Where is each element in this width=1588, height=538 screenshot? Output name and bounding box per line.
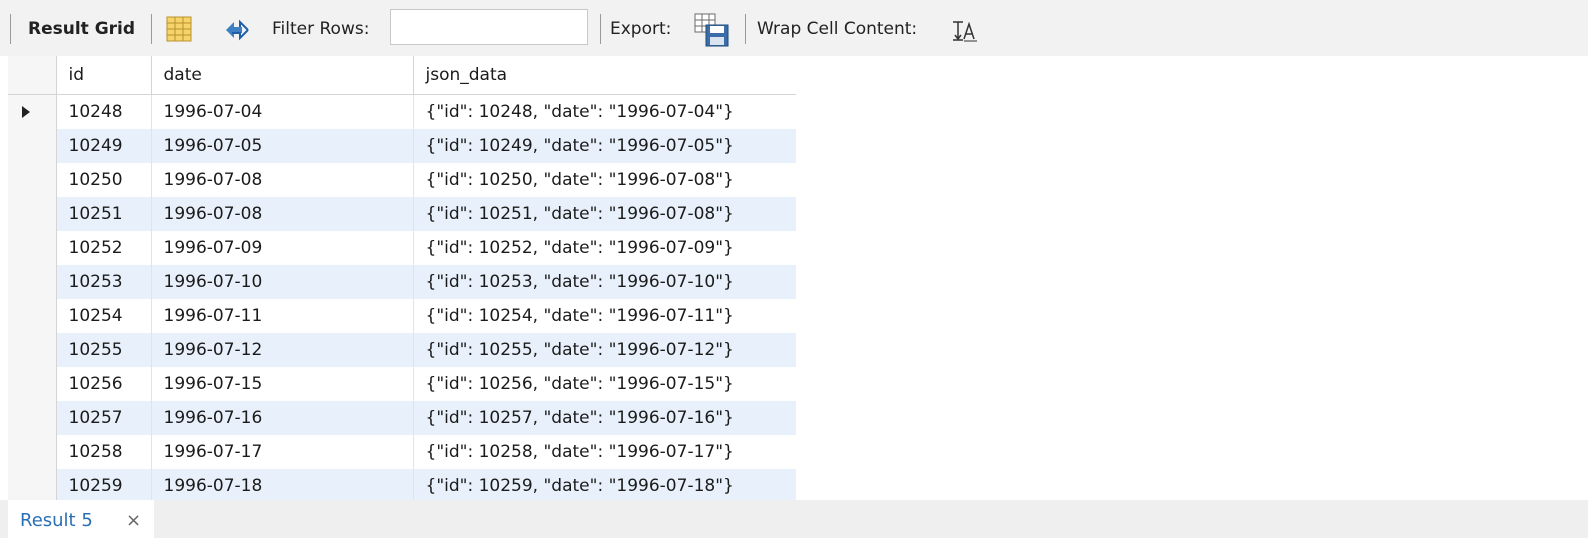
cell-date[interactable]: 1996-07-17 — [151, 435, 414, 469]
cell-id[interactable]: 10249 — [56, 129, 152, 163]
result-table: id date json_data 10248 1996-07-04 {"id": … — [8, 56, 796, 500]
table-row[interactable]: 10259 1996-07-18 {"id": 10259, "date": "19… — [8, 469, 796, 500]
cell-date[interactable]: 1996-07-18 — [151, 469, 414, 500]
close-icon[interactable]: × — [126, 510, 141, 531]
cell-json-data[interactable]: {"id": 10254, "date": "1996-07-11"} — [413, 299, 796, 333]
toolbar-separator — [10, 14, 11, 44]
table-row[interactable]: 10256 1996-07-15 {"id": 10256, "date": "19… — [8, 367, 796, 401]
tab-result-label: Result 5 — [20, 510, 93, 531]
row-header[interactable] — [8, 367, 57, 401]
row-header[interactable] — [8, 469, 57, 500]
cell-id[interactable]: 10252 — [56, 231, 152, 265]
result-toolbar: Result Grid Filter Rows: Export: Wrap Ce… — [0, 0, 1588, 56]
cell-id[interactable]: 10257 — [56, 401, 152, 435]
cell-json-data[interactable]: {"id": 10249, "date": "1996-07-05"} — [413, 129, 796, 163]
wrap-cell-content-label: Wrap Cell Content: — [757, 19, 918, 39]
column-header-date[interactable]: date — [151, 56, 414, 95]
cell-json-data[interactable]: {"id": 10255, "date": "1996-07-12"} — [413, 333, 796, 367]
cell-json-data[interactable]: {"id": 10259, "date": "1996-07-18"} — [413, 469, 796, 500]
cell-id[interactable]: 10255 — [56, 333, 152, 367]
row-header-corner — [8, 56, 57, 95]
table-row[interactable]: 10255 1996-07-12 {"id": 10255, "date": "19… — [8, 333, 796, 367]
table-row[interactable]: 10249 1996-07-05 {"id": 10249, "date": "19… — [8, 129, 796, 163]
cell-id[interactable]: 10259 — [56, 469, 152, 500]
cell-id[interactable]: 10256 — [56, 367, 152, 401]
row-header[interactable] — [8, 94, 57, 129]
table-row[interactable]: 10250 1996-07-08 {"id": 10250, "date": "19… — [8, 163, 796, 197]
row-header[interactable] — [8, 129, 57, 163]
wrap-cell-icon[interactable] — [952, 20, 978, 46]
cell-id[interactable]: 10251 — [56, 197, 152, 231]
row-header[interactable] — [8, 299, 57, 333]
result-grid-button[interactable]: Result Grid — [28, 19, 135, 39]
export-label: Export: — [610, 19, 672, 39]
toolbar-separator — [600, 14, 601, 44]
table-row[interactable]: 10252 1996-07-09 {"id": 10252, "date": "19… — [8, 231, 796, 265]
tab-result-5[interactable]: Result 5 × — [8, 500, 154, 538]
row-header[interactable] — [8, 197, 57, 231]
row-header[interactable] — [8, 435, 57, 469]
current-row-arrow-icon — [22, 106, 30, 118]
cell-json-data[interactable]: {"id": 10256, "date": "1996-07-15"} — [413, 367, 796, 401]
cell-date[interactable]: 1996-07-08 — [151, 197, 414, 231]
filter-rows-input[interactable] — [390, 9, 588, 45]
toolbar-separator — [745, 14, 746, 44]
cell-id[interactable]: 10250 — [56, 163, 152, 197]
result-grid[interactable]: id date json_data 10248 1996-07-04 {"id": … — [8, 56, 796, 500]
cell-date[interactable]: 1996-07-04 — [151, 94, 414, 129]
column-header-json-data[interactable]: json_data — [413, 56, 796, 95]
table-row[interactable]: 10251 1996-07-08 {"id": 10251, "date": "19… — [8, 197, 796, 231]
cell-json-data[interactable]: {"id": 10252, "date": "1996-07-09"} — [413, 231, 796, 265]
row-header[interactable] — [8, 333, 57, 367]
cell-json-data[interactable]: {"id": 10250, "date": "1996-07-08"} — [413, 163, 796, 197]
filter-rows-label: Filter Rows: — [272, 19, 370, 39]
cell-date[interactable]: 1996-07-15 — [151, 367, 414, 401]
row-header[interactable] — [8, 401, 57, 435]
cell-id[interactable]: 10253 — [56, 265, 152, 299]
refresh-icon[interactable] — [222, 18, 252, 46]
header-row: id date json_data — [8, 56, 796, 95]
cell-date[interactable]: 1996-07-05 — [151, 129, 414, 163]
cell-date[interactable]: 1996-07-10 — [151, 265, 414, 299]
table-row[interactable]: 10258 1996-07-17 {"id": 10258, "date": "19… — [8, 435, 796, 469]
cell-json-data[interactable]: {"id": 10257, "date": "1996-07-16"} — [413, 401, 796, 435]
table-row[interactable]: 10257 1996-07-16 {"id": 10257, "date": "19… — [8, 401, 796, 435]
result-tab-bar: Result 5 × — [0, 500, 1588, 538]
row-header[interactable] — [8, 163, 57, 197]
table-row[interactable]: 10254 1996-07-11 {"id": 10254, "date": "19… — [8, 299, 796, 333]
table-row[interactable]: 10253 1996-07-10 {"id": 10253, "date": "19… — [8, 265, 796, 299]
toolbar-separator — [151, 14, 152, 44]
row-header[interactable] — [8, 231, 57, 265]
export-save-icon[interactable] — [694, 13, 730, 51]
grid-layout-icon[interactable] — [166, 16, 192, 46]
table-row[interactable]: 10248 1996-07-04 {"id": 10248, "date": "19… — [8, 94, 796, 129]
cell-date[interactable]: 1996-07-11 — [151, 299, 414, 333]
row-header[interactable] — [8, 265, 57, 299]
cell-json-data[interactable]: {"id": 10248, "date": "1996-07-04"} — [413, 94, 796, 129]
cell-id[interactable]: 10254 — [56, 299, 152, 333]
cell-date[interactable]: 1996-07-16 — [151, 401, 414, 435]
cell-id[interactable]: 10248 — [56, 94, 152, 129]
cell-json-data[interactable]: {"id": 10258, "date": "1996-07-17"} — [413, 435, 796, 469]
column-header-id[interactable]: id — [56, 56, 152, 95]
cell-json-data[interactable]: {"id": 10253, "date": "1996-07-10"} — [413, 265, 796, 299]
cell-date[interactable]: 1996-07-12 — [151, 333, 414, 367]
cell-date[interactable]: 1996-07-08 — [151, 163, 414, 197]
cell-date[interactable]: 1996-07-09 — [151, 231, 414, 265]
cell-id[interactable]: 10258 — [56, 435, 152, 469]
cell-json-data[interactable]: {"id": 10251, "date": "1996-07-08"} — [413, 197, 796, 231]
